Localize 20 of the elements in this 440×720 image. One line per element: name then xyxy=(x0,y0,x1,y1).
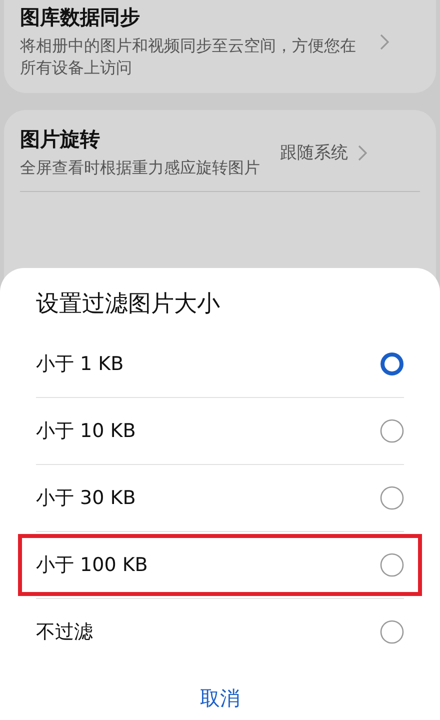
radio-button[interactable] xyxy=(380,352,404,376)
dialog-title: 设置过滤图片大小 xyxy=(35,290,221,319)
option-row[interactable]: 小于 10 KB xyxy=(18,400,422,462)
radio-button[interactable] xyxy=(380,419,404,443)
setting-value: 跟随系统 xyxy=(280,142,348,164)
cancel-button[interactable]: 取消 xyxy=(184,679,256,718)
radio-button[interactable] xyxy=(380,486,404,510)
radio-button[interactable] xyxy=(380,553,404,577)
radio-button[interactable] xyxy=(380,620,404,644)
setting-title: 图片旋转 xyxy=(20,126,101,153)
option-row[interactable]: 小于 100 KB xyxy=(18,534,422,596)
chevron-icon xyxy=(380,34,389,50)
settings-card[interactable]: 图库数据同步 将相册中的图片和视频同步至云空间，方便您在所有设备上访问 xyxy=(4,0,436,93)
setting-description: 全屏查看时根据重力感应旋转图片 xyxy=(20,157,261,179)
option-row[interactable]: 小于 1 KB xyxy=(18,333,422,395)
setting-description: 将相册中的图片和视频同步至云空间，方便您在所有设备上访问 xyxy=(20,35,357,79)
option-row[interactable]: 不过滤 xyxy=(18,601,422,663)
option-row[interactable]: 小于 30 KB xyxy=(18,467,422,529)
setting-title: 图库数据同步 xyxy=(20,4,141,31)
chevron-icon xyxy=(358,144,367,160)
